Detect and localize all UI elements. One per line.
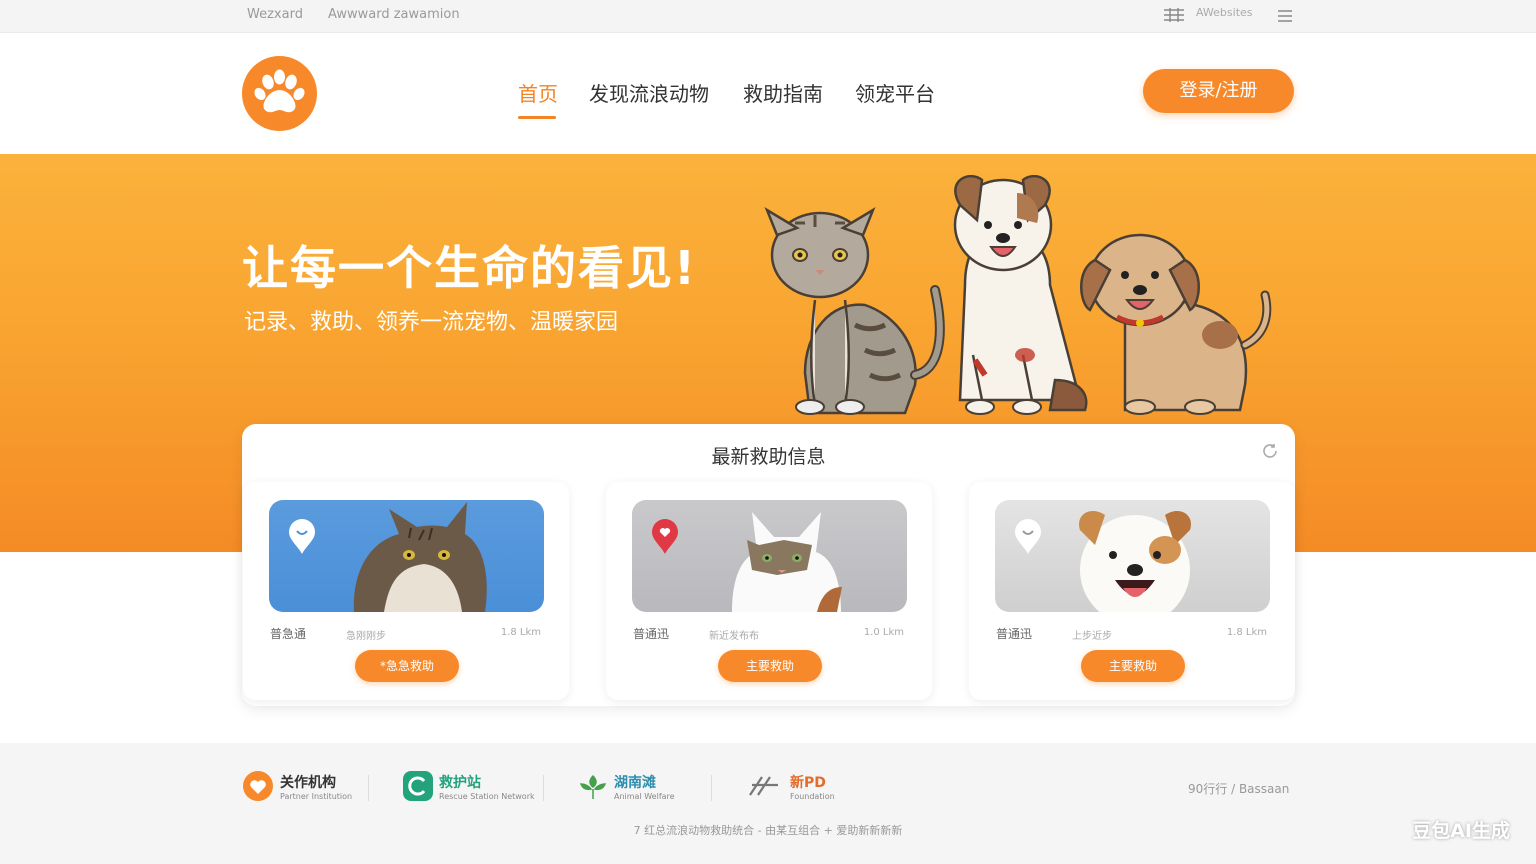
rescue-type: 普通迅	[996, 627, 1033, 641]
rescue-meta: 上步近步	[1072, 631, 1112, 642]
divider	[711, 775, 712, 801]
partner-logo-4[interactable]: 新PD Foundation	[748, 769, 835, 803]
rescue-card[interactable]: 普急通 急刚刚步 1.8 Lkm *急急救助	[243, 482, 569, 700]
partner-name: 湖南滩	[614, 774, 656, 791]
leaf-icon	[579, 774, 607, 799]
dog-illustration-white	[953, 175, 1088, 415]
nav-discover[interactable]: 发现流浪动物	[589, 78, 709, 107]
rescue-type: 普通迅	[633, 627, 670, 641]
top-link-2[interactable]: Awwward zawamion	[328, 7, 460, 22]
dog-illustration-brown	[1080, 233, 1272, 415]
latest-rescue-panel: 最新救助信息 普急通 急刚刚步 1.8 Lkm *急急救助 普通迅 新近发布布 …	[242, 424, 1295, 706]
rescue-action-button[interactable]: 主要救助	[1081, 650, 1185, 682]
rescue-action-button[interactable]: 主要救助	[718, 650, 822, 682]
menu-icon[interactable]	[1277, 8, 1293, 22]
site-footer: 关作机构 Partner Institution 救护站 Rescue Statio…	[0, 743, 1536, 864]
rescue-meta: 急刚刚步	[346, 631, 386, 642]
hero-title: 让每一个生命的看见!	[242, 241, 697, 295]
rescue-distance: 1.0 Lkm	[863, 627, 904, 638]
partner-logo-1[interactable]: 关作机构 Partner Institution	[242, 769, 352, 803]
partner-logo-3[interactable]: 湖南滩 Animal Welfare	[578, 769, 675, 803]
site-header: 首页 发现流浪动物 救助指南 领宠平台 登录/注册	[0, 34, 1536, 154]
rescue-distance: 1.8 Lkm	[500, 627, 541, 638]
partner-name: 关作机构	[280, 774, 336, 791]
nav-guide[interactable]: 救助指南	[743, 78, 823, 107]
nav-active-indicator	[518, 116, 556, 119]
table-icon[interactable]	[1163, 7, 1185, 23]
paw-logo-icon[interactable]	[242, 56, 317, 131]
partner-name: 新PD	[790, 774, 826, 791]
top-utility-bar: Wezxard Awwward zawamion AWebsites	[0, 0, 1536, 33]
ai-watermark: 豆包AI生成	[1412, 820, 1510, 842]
nav-home[interactable]: 首页	[518, 78, 558, 107]
partner-name: 救护站	[439, 774, 481, 791]
hero-subtitle: 记录、救助、领养一流宠物、温暖家园	[244, 310, 619, 335]
divider	[543, 775, 544, 801]
top-right-text[interactable]: AWebsites	[1196, 6, 1253, 19]
pets-illustration	[764, 175, 1272, 415]
rescue-card[interactable]: 普通迅 新近发布布 1.0 Lkm 主要救助	[606, 482, 932, 700]
rescue-meta: 新近发布布	[709, 631, 759, 642]
rescue-distance: 1.8 Lkm	[1226, 627, 1267, 638]
location-pin-icon	[287, 517, 317, 559]
rescue-station-icon	[403, 771, 433, 801]
copyright-text: 7 红总流浪动物救助统合 - 由某互组合 + 爱助新新新新	[633, 824, 903, 837]
footer-right-text[interactable]: 90行行 / Bassaan	[1188, 780, 1289, 797]
rescue-action-button[interactable]: *急急救助	[355, 650, 459, 682]
rescue-card[interactable]: 普通迅 上步近步 1.8 Lkm 主要救助	[969, 482, 1295, 700]
login-register-button[interactable]: 登录/注册	[1143, 69, 1294, 113]
partner-sub: Animal Welfare	[614, 791, 675, 801]
refresh-icon[interactable]	[1261, 442, 1279, 465]
top-link-1[interactable]: Wezxard	[247, 7, 303, 22]
heart-pin-icon	[650, 517, 680, 559]
heart-hands-icon	[243, 771, 273, 801]
divider	[368, 775, 369, 801]
partner-sub: Foundation	[790, 791, 835, 801]
cat-illustration	[764, 207, 945, 415]
location-pin-icon	[1013, 517, 1043, 559]
partner-logo-2[interactable]: 救护站 Rescue Station Network	[403, 769, 535, 803]
panel-title: 最新救助信息	[711, 446, 826, 468]
partner-sub: Rescue Station Network	[439, 791, 535, 801]
rescue-type: 普急通	[270, 627, 307, 641]
partner-sub: Partner Institution	[280, 791, 353, 801]
foundation-mark-icon	[749, 776, 778, 796]
nav-adopt[interactable]: 领宠平台	[855, 78, 935, 107]
